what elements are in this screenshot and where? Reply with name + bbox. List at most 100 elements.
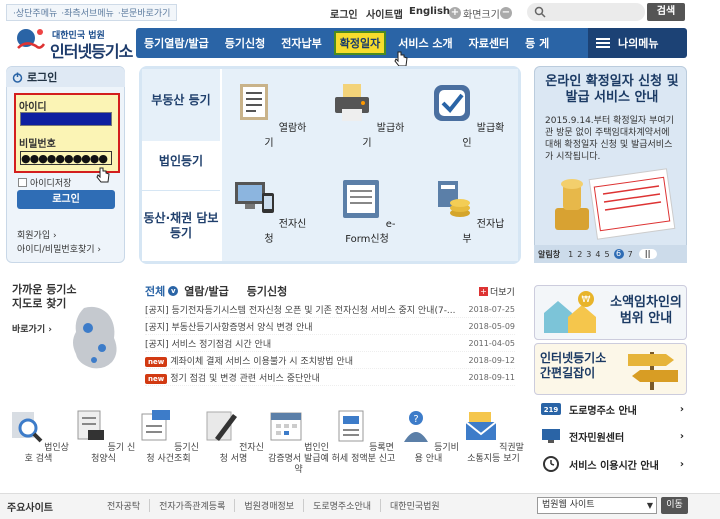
pause-icon[interactable]: || [638,249,657,259]
gnb-item[interactable]: 등기열람/발급 [136,35,217,51]
search-button[interactable]: 검색 [647,3,685,21]
e-apply-service[interactable]: 전자신청 [228,177,310,245]
plus-icon: + [479,287,488,296]
gnb-item[interactable]: 등기신청 [217,35,273,51]
top-login-link[interactable]: 로그인 [330,6,358,21]
new-badge: new [145,356,168,367]
go-button[interactable]: 이동 [661,497,688,514]
quick-fee-guide[interactable]: ? 등기비용 안내 [396,400,461,485]
zoom-in-icon[interactable]: + [449,7,461,19]
login-title: 로그인 [6,67,125,87]
more-link[interactable]: + 더보기 [479,285,515,298]
sitemap-link[interactable]: 사이트맵 [366,6,403,21]
check-confirm-icon [433,85,470,121]
computer-icon [234,182,274,213]
footer-link[interactable]: 대한민국법원 [380,499,449,512]
chevron-down-icon: ▼ [646,501,653,510]
small-tenant-title: 소액임차인의 범위 안내 [610,295,682,326]
monitor-icon [542,429,560,443]
banner-page[interactable]: 2 [577,250,582,259]
skip-link[interactable]: ·상단주메뉴 [13,6,57,19]
login-button[interactable]: 로그인 [17,190,115,209]
gnb-item[interactable]: 전자납부 [273,35,329,51]
quick-e-signature[interactable]: 전자신청 서명 [201,400,266,485]
quick-license-tax[interactable]: 등록면허세 정액분 신고 [331,400,396,485]
footer-link[interactable]: 법원경매정보 [234,499,303,512]
road-address-link[interactable]: 219 도로명주소 안내 › [541,397,684,421]
id-field[interactable] [20,112,112,126]
korea-map-icon[interactable] [64,304,126,374]
e-civil-center-link[interactable]: 전자민원센터 › [541,424,684,448]
banner-pager-label: 알림창 [538,249,561,259]
new-badge: new [145,373,168,384]
eform-service[interactable]: e-Form신청 [326,177,408,245]
id-label: 아이디 [19,102,47,113]
svg-text:219: 219 [544,406,559,414]
near-registry-link[interactable]: 바로가기 › [12,322,52,335]
skip-link[interactable]: ·좌측서브메뉴 [61,6,114,19]
gnb-item[interactable]: 자료센터 [461,35,517,51]
tab-all[interactable]: 전체 [145,283,165,299]
banner-page[interactable]: 7 [628,250,633,259]
e-payment-service[interactable]: 전자납부 [426,177,508,245]
pen-icon [206,411,238,441]
notice-row[interactable]: [공지] 등기전자등기시스템 전자신청 오픈 및 기존 전자신청 서비스 중지 … [145,301,515,318]
court-logo-icon[interactable] [14,26,48,56]
service-grid: 열람하기 발급하기 발급확인 전자신청 e-Form신청 전자납부 [222,69,518,261]
logo-title[interactable]: 인터넷등기소 [50,38,133,62]
zoom-label: 화면크기 [463,10,500,21]
password-field[interactable]: ●●●●●●●●●● [20,151,112,165]
issue-check-service[interactable]: 발급확인 [426,81,508,149]
dropdown-icon[interactable]: v [168,286,179,296]
footer-links: 전자공탁 전자가족관계등록 법원경매정보 도로명주소안내 대한민국법원 [98,499,449,512]
notice-row[interactable]: new 정기 점검 및 변경 관련 서비스 중단안내 2018-09-11 [145,369,515,386]
my-menu-label: 나의메뉴 [618,37,659,50]
english-link[interactable]: English [409,6,450,17]
notice-row[interactable]: [공지] 서비스 정기점검 시간 안내 2011-04-05 [145,335,515,352]
form-doc-icon [77,410,104,440]
quick-forms[interactable]: 등기 신청양식 [71,400,136,485]
banner-page[interactable]: 1 [568,250,573,259]
gnb-item-highlighted[interactable]: 확정일자 [333,31,387,55]
gnb-item[interactable]: 서비스 소개 [390,35,460,51]
tab-movable-collateral[interactable]: 동산·채권 담보 등기 [142,191,220,261]
calendar-icon [270,412,302,441]
notice-row[interactable]: new 계좌이체 결제 서비스 이용불가 시 조치방법 안내 2018-09-12 [145,352,515,369]
footer-link[interactable]: 도로명주소안내 [303,499,380,512]
court-site-select[interactable]: 법원웹 사이트 ▼ [537,497,657,514]
magnifier-doc-icon [12,412,43,443]
banner-page[interactable]: 5 [604,250,609,259]
save-id-checkbox[interactable]: 아이디저장 [18,176,71,189]
join-link[interactable]: 회원가입 › [17,228,57,241]
notice-row[interactable]: [공지] 부동산등기사항증명서 양식 변경 안내 2018-05-09 [145,318,515,335]
view-service[interactable]: 열람하기 [228,81,310,149]
banner-description: 2015.9.14.부터 확정일자 부여기관 방문 없이 주택임대차계약서에 대… [545,116,674,162]
banner-page[interactable]: 3 [586,250,591,259]
checkbox-icon [18,178,27,187]
zoom-out-icon[interactable]: − [500,7,512,19]
envelope-icon [465,412,497,440]
quick-case-lookup[interactable]: 등기신청 사건조회 [136,400,201,485]
skip-link[interactable]: ·본문바로가기 [118,6,171,19]
footer-link[interactable]: 전자공탁 [98,499,149,512]
my-menu-button[interactable]: 나의메뉴 [588,28,687,58]
footer-link[interactable]: 전자가족관계등록 [149,499,234,512]
service-hours-link[interactable]: 서비스 이용시간 안내 › [541,452,684,476]
quick-seal-reservation[interactable]: 법인인감증명서 발급예약 [266,400,331,485]
banner-page[interactable]: 4 [595,250,600,259]
find-account-link[interactable]: 아이디/비밀번호찾기 › [17,242,101,255]
search-input[interactable] [527,3,645,21]
issue-service[interactable]: 발급하기 [326,81,408,149]
tab-registration[interactable]: 등기신청 [247,283,287,299]
quick-cancel-notice[interactable]: 직권말소통지등 보기 [461,400,526,485]
quick-corp-name-search[interactable]: 법인상호 검색 [6,400,71,485]
tab-view-issue[interactable]: 열람/발급 [184,283,229,299]
quick-menu: 법인상호 검색 등기 신청양식 등기신청 사건조회 전자신청 서명 법인인감증명… [6,400,526,485]
footer-title: 주요사이트 [7,503,53,514]
banner-page-active[interactable]: 6 [613,249,624,259]
svg-text:?: ? [413,414,418,425]
document-view-icon [239,84,268,120]
eform-icon [342,180,379,218]
tab-real-estate[interactable]: 부동산 등기 [142,69,220,131]
gnb-item[interactable]: 등 게 [517,35,557,51]
